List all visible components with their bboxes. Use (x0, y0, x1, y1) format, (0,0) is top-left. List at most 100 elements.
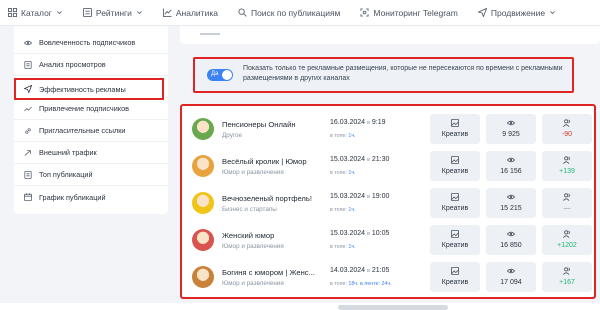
post-datetime: 16.03.2024 в 9:19 (330, 119, 386, 126)
channel-name[interactable]: Женский юмор (222, 231, 334, 240)
send-icon (24, 85, 32, 93)
nav-search-label: Поиск по публикациям (250, 7, 341, 18)
users-icon (563, 193, 570, 201)
sidebar-item-label: Топ публикаций (39, 170, 93, 179)
sidebar-item-subscribers[interactable]: Привлечение подписчиков (14, 98, 168, 120)
top-prefix: в топе: (330, 207, 347, 213)
nav-analytics[interactable]: Аналитика (162, 8, 218, 18)
send-icon (477, 8, 487, 17)
channel-category: Бизнес и стартапы (222, 206, 277, 213)
image-icon (451, 156, 459, 164)
post-datetime: 14.03.2024 в 21:05 (330, 267, 389, 274)
main-header-panel (180, 26, 600, 44)
sidebar-item-engagement[interactable]: Вовлеченность подписчиков (14, 32, 168, 54)
views-cell: 15 215 (486, 188, 536, 218)
eye-icon (507, 157, 515, 163)
top-prefix: в топе: (330, 244, 347, 250)
views-cell: 16 156 (486, 151, 536, 181)
footer-strip (0, 303, 600, 310)
subscribers-delta: -90 (561, 131, 573, 138)
ad-row[interactable]: Вечнозеленый портфель! Бизнес и стартапы 1… (188, 186, 592, 222)
creative-button[interactable]: Креатив (430, 151, 480, 181)
nav-ratings[interactable]: Рейтинги (82, 7, 143, 18)
trend-icon (24, 106, 32, 111)
top-value: 1ч. (348, 170, 356, 176)
nav-catalog[interactable]: Каталог (8, 8, 63, 18)
channel-name[interactable]: Весёлый кролик | Юмор (222, 157, 334, 166)
nav-search-publications[interactable]: Поиск по публикациям (238, 8, 340, 18)
users-icon (563, 230, 570, 238)
list-icon (82, 8, 92, 17)
nav-catalog-label: Каталог (21, 7, 52, 18)
top-duration: в топе: 18ч. в ленте: 24ч. (330, 281, 392, 287)
channel-avatar[interactable] (192, 229, 214, 251)
creative-button[interactable]: Креатив (430, 188, 480, 218)
ad-row[interactable]: Богиня с юмором | Женс... Юмор и развлече… (188, 260, 592, 296)
channel-name[interactable]: Вечнозеленый портфель! (222, 194, 334, 203)
post-time: 10:05 (371, 230, 390, 237)
channel-avatar[interactable] (192, 118, 214, 140)
ad-row[interactable]: Пенсионеры Онлайн Другое 16.03.2024 в 9:19… (188, 112, 592, 148)
post-datetime: 15.03.2024 в 21:30 (330, 156, 389, 163)
sidebar-item-schedule[interactable]: График публикаций (14, 186, 168, 208)
sidebar-item-label: Анализ просмотров (39, 60, 106, 69)
views-value: 15 215 (500, 205, 522, 212)
top-value: 1ч. (348, 244, 356, 250)
views-value: 16 156 (500, 168, 522, 175)
toggle-knob (222, 70, 232, 80)
calendar-icon (24, 193, 32, 201)
feed-duration: в ленте: 24ч. (359, 281, 392, 287)
subscribers-delta: +139 (559, 168, 575, 175)
horizontal-scrollbar[interactable] (338, 305, 448, 310)
creative-label: Креатив (441, 131, 469, 138)
subscribers-cell: +167 (542, 262, 592, 292)
top-duration: в топе: 1ч. (330, 244, 356, 250)
arrow-icon (24, 149, 31, 156)
post-time: 19:00 (371, 193, 390, 200)
channel-avatar[interactable] (192, 192, 214, 214)
subscribers-delta: +167 (559, 279, 575, 286)
sidebar-item-invite-links[interactable]: Пригласительные ссылки (14, 120, 168, 142)
subscribers-delta: — (563, 205, 571, 212)
post-date: 15.03.2024 (330, 230, 366, 237)
sidebar-item-ad-efficiency[interactable]: Эффективность рекламы (14, 78, 164, 100)
post-at: в (367, 157, 370, 163)
post-datetime: 15.03.2024 в 19:00 (330, 193, 389, 200)
doc-icon (24, 170, 32, 179)
channel-avatar[interactable] (192, 266, 214, 288)
subscribers-cell: +1202 (542, 225, 592, 255)
sidebar-item-top-publications[interactable]: Топ публикаций (14, 164, 168, 186)
nav-promotion[interactable]: Продвижение (477, 8, 556, 18)
sidebar-item-external-traffic[interactable]: Внешний трафик (14, 142, 168, 164)
nav-ratings-label: Рейтинги (95, 7, 132, 18)
channel-category: Другое (222, 132, 243, 139)
chart-icon (162, 8, 172, 17)
ad-row[interactable]: Весёлый кролик | Юмор Юмор и развлечения 1… (188, 149, 592, 185)
toggle-label: Да (211, 71, 219, 77)
creative-button[interactable]: Креатив (430, 225, 480, 255)
nav-monitoring[interactable]: Мониторинг Telegram (360, 8, 458, 18)
sidebar-item-label: Привлечение подписчиков (39, 104, 129, 113)
top-duration: в топе: 1ч. (330, 170, 356, 176)
post-at: в (367, 194, 370, 200)
sidebar-item-label: Эффективность рекламы (39, 84, 126, 94)
ad-row[interactable]: Женский юмор Юмор и развлечения 15.03.2024… (188, 223, 592, 259)
creative-label: Креатив (441, 279, 469, 286)
image-icon (451, 119, 459, 127)
subscribers-delta: +1202 (557, 242, 577, 249)
channel-name[interactable]: Пенсионеры Онлайн (222, 120, 334, 129)
post-date: 14.03.2024 (330, 267, 366, 274)
post-date: 15.03.2024 (330, 193, 366, 200)
views-value: 16 850 (500, 242, 522, 249)
top-value: 18ч. (348, 281, 359, 287)
chevron-down-icon (57, 11, 62, 15)
top-prefix: в топе: (330, 281, 347, 287)
non-overlap-toggle[interactable]: Да (207, 69, 233, 81)
channel-avatar[interactable] (192, 155, 214, 177)
channel-name[interactable]: Богиня с юмором | Женс... (222, 268, 334, 277)
creative-button[interactable]: Креатив (430, 114, 480, 144)
users-icon (563, 119, 570, 127)
eye-icon (507, 268, 515, 274)
creative-button[interactable]: Креатив (430, 262, 480, 292)
sidebar-item-views-analysis[interactable]: Анализ просмотров (14, 54, 168, 76)
